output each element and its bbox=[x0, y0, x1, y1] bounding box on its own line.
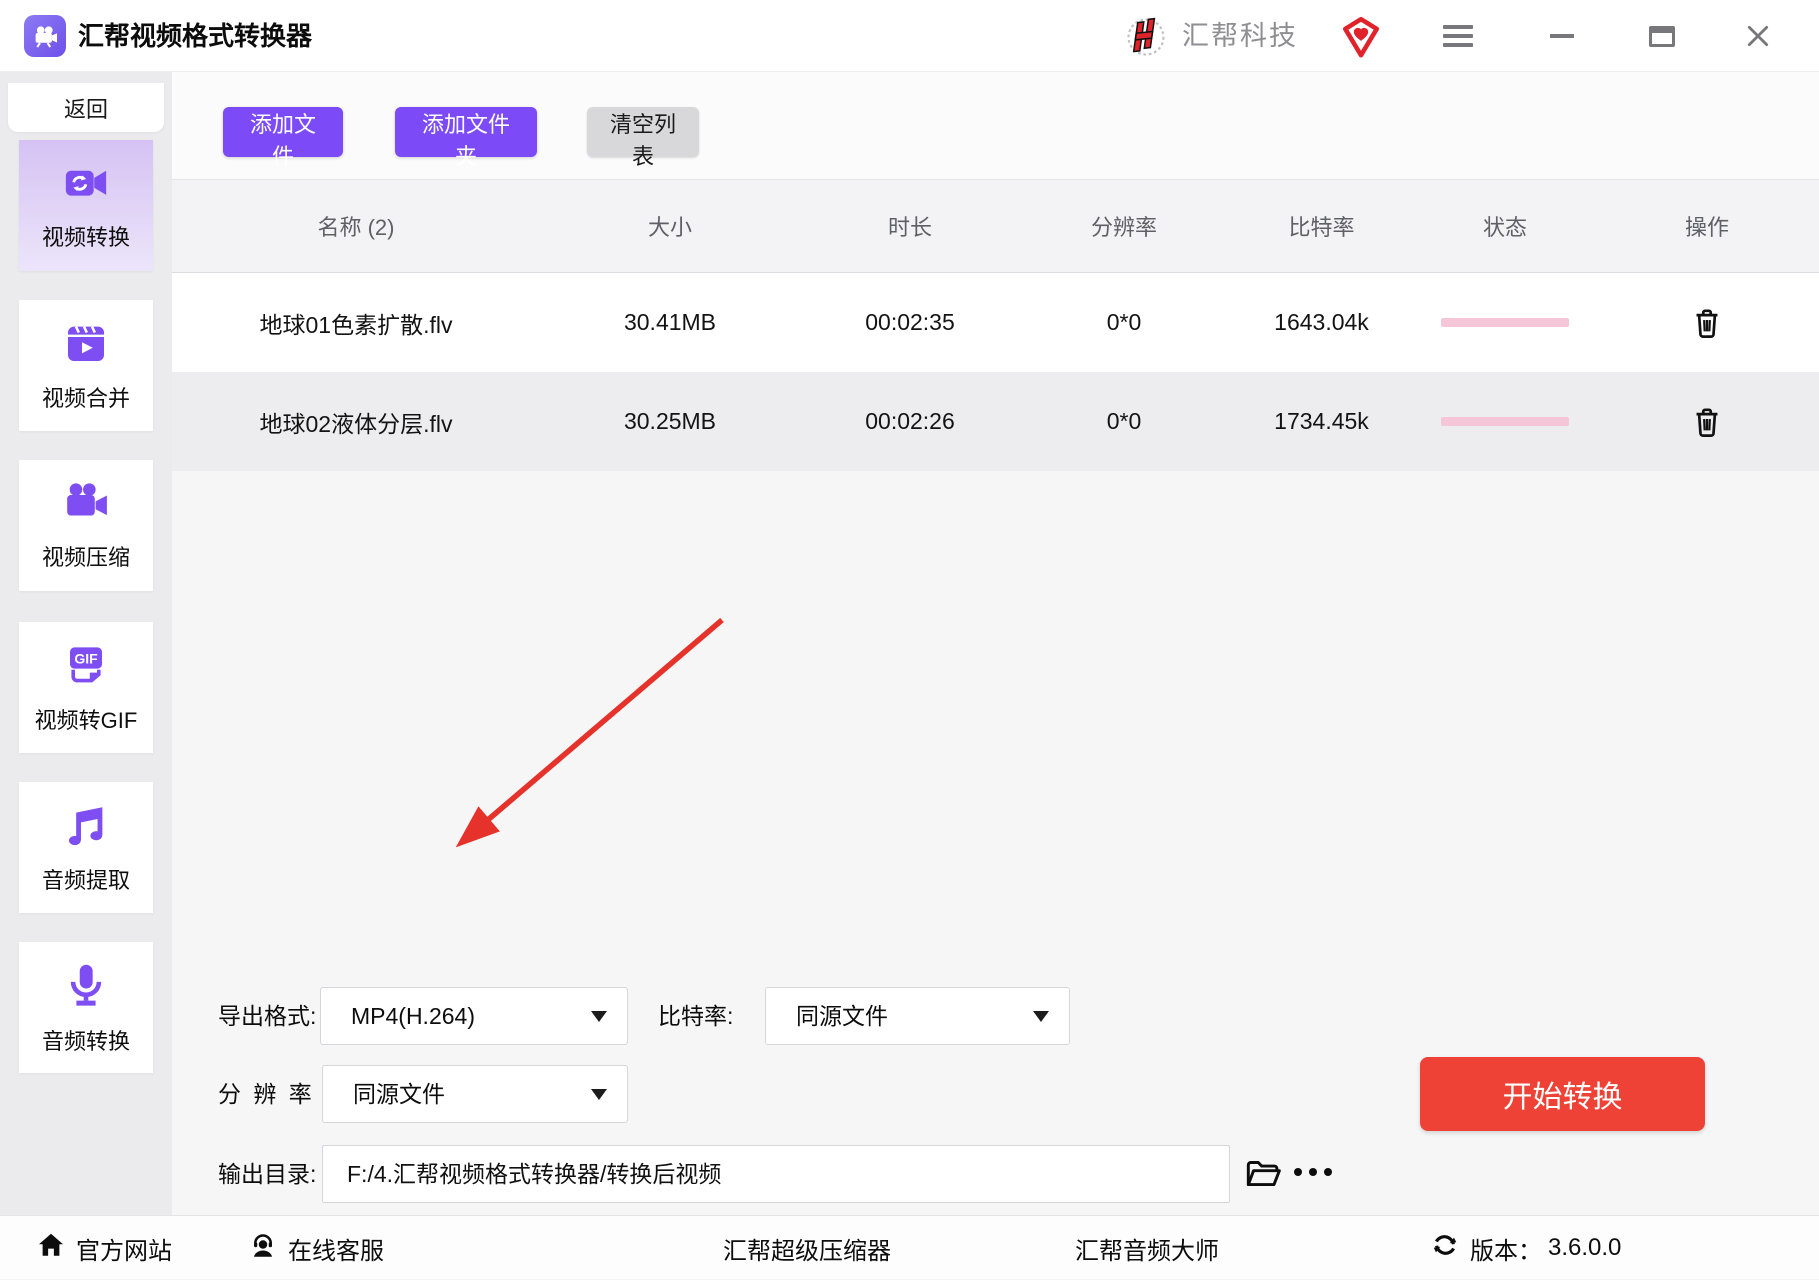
sidebar-item-label: 音频转换 bbox=[41, 1028, 130, 1054]
col-size: 大小 bbox=[647, 215, 692, 240]
sidebar-item-audio-convert[interactable]: 音频转换 bbox=[19, 942, 153, 1073]
cell-duration: 00:02:35 bbox=[865, 309, 955, 335]
resolution-value: 同源文件 bbox=[353, 1081, 445, 1107]
sidebar: 返回 视频转换 视频合并 视频压缩 GIF 视频转GIF 音频提取 音频转换 bbox=[0, 72, 172, 1215]
progress-bar bbox=[1441, 318, 1569, 327]
chevron-down-icon bbox=[591, 1011, 607, 1022]
progress-bar bbox=[1441, 417, 1569, 426]
trash-icon[interactable] bbox=[1688, 402, 1726, 442]
export-format-value: MP4(H.264) bbox=[351, 1003, 475, 1029]
col-bitrate: 比特率 bbox=[1288, 215, 1355, 240]
sidebar-item-label: 视频压缩 bbox=[41, 544, 130, 570]
cell-resolution: 0*0 bbox=[1106, 309, 1142, 335]
video-convert-icon bbox=[58, 160, 114, 211]
audio-convert-icon bbox=[61, 960, 111, 1015]
col-duration: 时长 bbox=[887, 215, 932, 240]
cell-resolution: 0*0 bbox=[1106, 408, 1142, 434]
output-dir-label: 输出目录: bbox=[218, 1161, 317, 1187]
table-row: 地球02液体分层.flv 30.25MB 00:02:26 0*0 1734.4… bbox=[172, 372, 1819, 471]
sidebar-item-video-to-gif[interactable]: GIF 视频转GIF bbox=[19, 622, 153, 753]
more-options-icon[interactable] bbox=[1294, 1168, 1332, 1176]
customer-service-icon bbox=[248, 1230, 278, 1267]
sidebar-item-video-compress[interactable]: 视频压缩 bbox=[19, 460, 153, 591]
table-header: 名称 (2) 大小 时长 分辨率 比特率 状态 操作 bbox=[172, 180, 1819, 273]
col-status: 状态 bbox=[1482, 215, 1527, 240]
super-compressor-link[interactable]: 汇帮超级压缩器 bbox=[723, 1216, 891, 1280]
start-convert-button[interactable]: 开始转换 bbox=[1420, 1057, 1705, 1131]
home-icon bbox=[36, 1230, 66, 1267]
bitrate-value: 同源文件 bbox=[796, 1003, 888, 1029]
resolution-dropdown[interactable]: 同源文件 bbox=[322, 1065, 628, 1123]
sidebar-item-label: 视频转换 bbox=[41, 224, 130, 250]
folder-open-icon[interactable] bbox=[1244, 1156, 1282, 1193]
svg-text:GIF: GIF bbox=[74, 650, 98, 666]
menu-icon[interactable] bbox=[1428, 0, 1488, 72]
audio-extract-icon bbox=[59, 801, 113, 854]
app-title: 汇帮视频格式转换器 bbox=[78, 21, 313, 51]
col-action: 操作 bbox=[1684, 215, 1729, 240]
official-site-link[interactable]: 官方网站 bbox=[36, 1216, 172, 1280]
file-toolbar: 添加文件 添加文件夹 清空列表 bbox=[172, 72, 1819, 180]
audio-master-link[interactable]: 汇帮音频大师 bbox=[1075, 1216, 1219, 1280]
table-row: 地球01色素扩散.flv 30.41MB 00:02:35 0*0 1643.0… bbox=[172, 273, 1819, 372]
titlebar: 汇帮视频格式转换器 汇帮科技 bbox=[0, 0, 1819, 72]
cell-name: 地球02液体分层.flv bbox=[259, 410, 453, 437]
official-site-label: 官方网站 bbox=[76, 1237, 172, 1265]
bitrate-dropdown[interactable]: 同源文件 bbox=[765, 987, 1070, 1045]
video-merge-icon bbox=[60, 319, 112, 372]
maximize-icon[interactable] bbox=[1632, 0, 1692, 72]
cell-name: 地球01色素扩散.flv bbox=[259, 311, 453, 338]
version-value: 3.6.0.0 bbox=[1548, 1234, 1622, 1261]
add-folder-button[interactable]: 添加文件夹 bbox=[395, 107, 537, 169]
chevron-down-icon bbox=[591, 1089, 607, 1100]
sidebar-item-audio-extract[interactable]: 音频提取 bbox=[19, 782, 153, 913]
chevron-down-icon bbox=[1033, 1011, 1049, 1022]
vip-badge-icon[interactable] bbox=[1340, 16, 1382, 63]
cell-bitrate: 1643.04k bbox=[1274, 309, 1369, 335]
back-button[interactable]: 返回 bbox=[8, 83, 164, 132]
export-format-dropdown[interactable]: MP4(H.264) bbox=[320, 987, 628, 1045]
clear-list-button[interactable]: 清空列表 bbox=[587, 107, 699, 169]
super-compressor-label: 汇帮超级压缩器 bbox=[723, 1237, 891, 1265]
cell-bitrate: 1734.45k bbox=[1274, 408, 1369, 434]
cell-duration: 00:02:26 bbox=[865, 408, 955, 434]
audio-master-label: 汇帮音频大师 bbox=[1075, 1237, 1219, 1265]
footer: 官方网站 在线客服 汇帮超级压缩器 汇帮音频大师 版本： 3.6.0.0 bbox=[0, 1215, 1819, 1279]
video-compress-icon bbox=[57, 480, 115, 531]
export-format-label: 导出格式: bbox=[218, 1003, 317, 1029]
online-service-link[interactable]: 在线客服 bbox=[248, 1216, 384, 1280]
cell-size: 30.25MB bbox=[623, 408, 717, 434]
refresh-icon bbox=[1430, 1230, 1460, 1267]
col-resolution: 分辨率 bbox=[1090, 215, 1157, 240]
sidebar-item-video-convert[interactable]: 视频转换 bbox=[19, 140, 153, 271]
brand-h-icon bbox=[1122, 12, 1170, 65]
sidebar-item-label: 视频合并 bbox=[41, 385, 130, 411]
resolution-label: 分 辨 率 : bbox=[218, 1081, 334, 1107]
brand-name: 汇帮科技 bbox=[1182, 21, 1298, 51]
trash-icon[interactable] bbox=[1688, 303, 1726, 343]
cell-size: 30.41MB bbox=[623, 309, 717, 335]
online-service-label: 在线客服 bbox=[288, 1237, 384, 1265]
version-label: 版本： bbox=[1470, 1237, 1542, 1265]
add-file-button[interactable]: 添加文件 bbox=[223, 107, 343, 169]
main-panel: 添加文件 添加文件夹 清空列表 名称 (2) 大小 时长 分辨率 比特率 状态 … bbox=[172, 72, 1819, 1215]
version-info: 版本： 3.6.0.0 bbox=[1430, 1216, 1621, 1280]
close-icon[interactable] bbox=[1728, 0, 1788, 72]
sidebar-item-video-merge[interactable]: 视频合并 bbox=[19, 300, 153, 431]
sidebar-item-label: 音频提取 bbox=[41, 867, 130, 893]
minimize-icon[interactable] bbox=[1532, 0, 1592, 72]
app-logo-icon bbox=[24, 15, 66, 57]
bitrate-label: 比特率: bbox=[658, 1003, 734, 1029]
output-dir-field[interactable]: F:/4.汇帮视频格式转换器/转换后视频 bbox=[322, 1145, 1230, 1203]
sidebar-item-label: 视频转GIF bbox=[34, 707, 138, 733]
video-to-gif-icon: GIF bbox=[59, 641, 113, 694]
col-name: 名称 (2) bbox=[317, 215, 395, 240]
